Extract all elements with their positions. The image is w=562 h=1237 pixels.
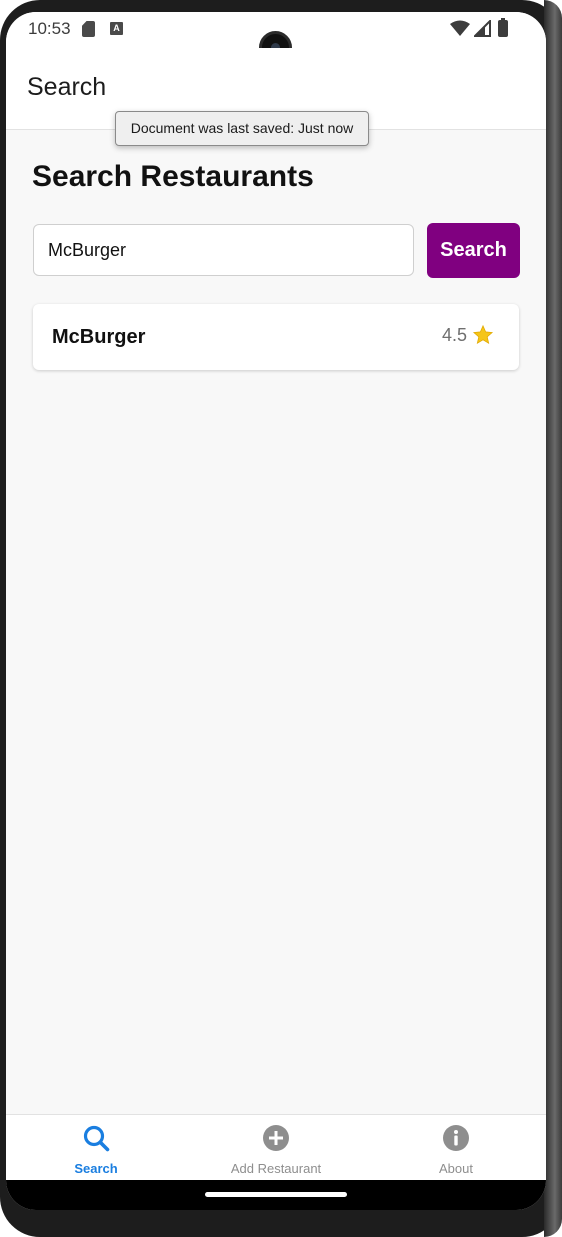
tab-add-restaurant[interactable]: Add Restaurant xyxy=(186,1115,366,1181)
star-icon xyxy=(472,324,494,345)
search-restaurants-heading: Search Restaurants xyxy=(32,160,314,193)
search-icon xyxy=(83,1125,110,1152)
tab-search[interactable]: Search xyxy=(6,1115,186,1181)
bottom-tab-bar: Search Add Restaurant About xyxy=(6,1114,546,1180)
search-input[interactable] xyxy=(33,224,414,276)
save-status-tooltip: Document was last saved: Just now xyxy=(115,111,369,146)
search-button[interactable]: Search xyxy=(427,223,520,278)
gesture-navigation-bar xyxy=(6,1180,546,1210)
plus-circle-icon xyxy=(263,1125,289,1151)
phone-frame-edge xyxy=(544,0,562,1237)
page-title: Search xyxy=(27,73,107,101)
sd-card-icon xyxy=(82,21,95,37)
wifi-icon xyxy=(450,20,470,36)
restaurant-rating: 4.5 xyxy=(442,324,494,346)
battery-icon xyxy=(498,18,508,37)
tab-about[interactable]: About xyxy=(366,1115,546,1181)
home-indicator[interactable] xyxy=(205,1192,347,1197)
restaurant-name: McBurger xyxy=(52,326,146,348)
status-time: 10:53 xyxy=(28,19,71,38)
tab-label-search: Search xyxy=(74,1161,118,1176)
tab-label-add-restaurant: Add Restaurant xyxy=(230,1161,322,1176)
signal-icon xyxy=(474,20,491,37)
info-circle-icon xyxy=(443,1125,469,1151)
keyboard-a-icon: A xyxy=(110,22,123,35)
rating-value: 4.5 xyxy=(441,324,467,345)
tab-label-about: About xyxy=(439,1161,473,1176)
restaurant-result-card[interactable]: McBurger 4.5 xyxy=(33,304,519,370)
device-screen: 10:53 A Search Document was last saved: … xyxy=(6,12,546,1210)
